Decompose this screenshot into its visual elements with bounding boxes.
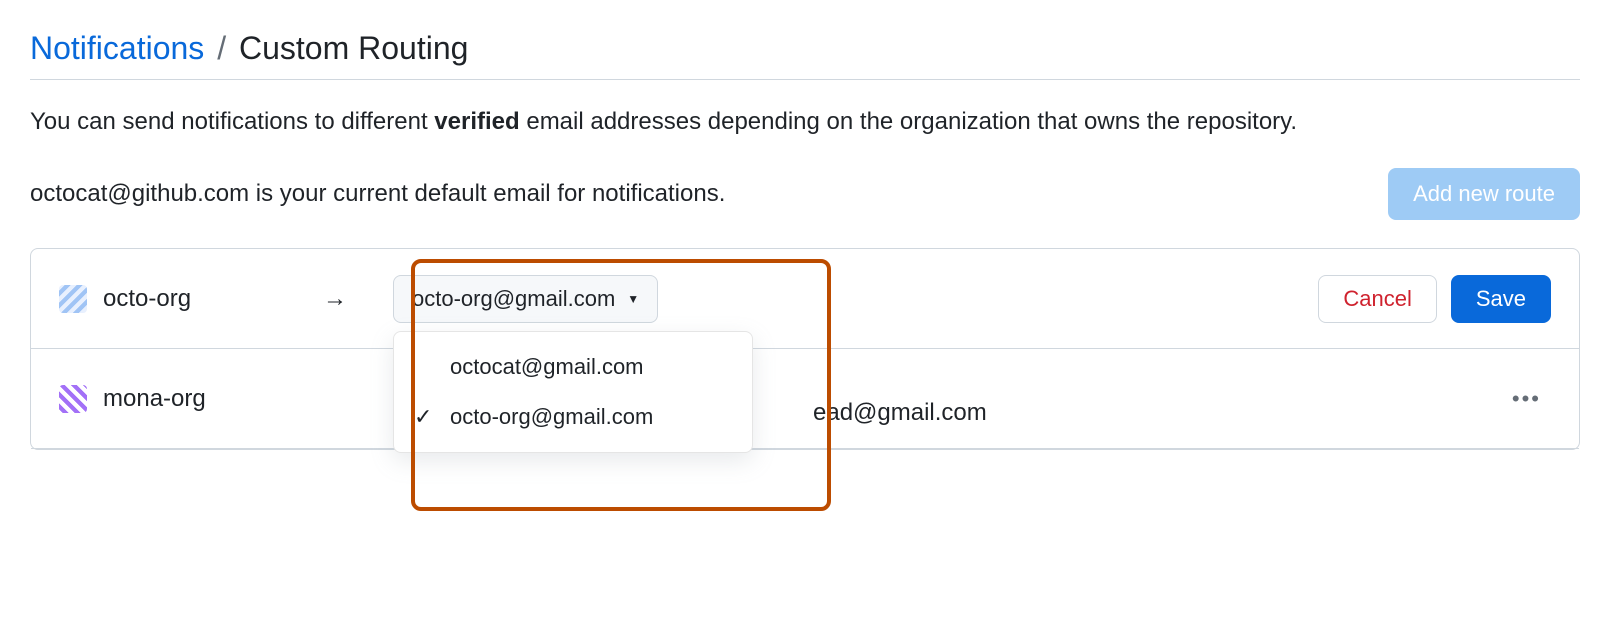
- breadcrumb: Notifications / Custom Routing: [30, 30, 1580, 80]
- kebab-menu-icon[interactable]: •••: [1502, 380, 1551, 418]
- dropdown-option[interactable]: octocat@gmail.com: [394, 342, 752, 392]
- save-button[interactable]: Save: [1451, 275, 1551, 323]
- add-new-route-button[interactable]: Add new route: [1388, 168, 1580, 220]
- routes-list: octo-org → octo-org@gmail.com ▼ octocat@…: [30, 248, 1580, 450]
- route-row: octo-org → octo-org@gmail.com ▼ octocat@…: [31, 249, 1579, 349]
- arrow-right-icon: →: [323, 285, 373, 313]
- breadcrumb-parent-link[interactable]: Notifications: [30, 30, 204, 66]
- selected-email-label: octo-org@gmail.com: [412, 286, 615, 312]
- dropdown-option-label: octocat@gmail.com: [450, 354, 644, 380]
- org-name: mona-org: [103, 385, 303, 413]
- page-description: You can send notifications to different …: [30, 104, 1580, 140]
- org-name: octo-org: [103, 285, 303, 313]
- breadcrumb-current: Custom Routing: [239, 30, 468, 66]
- org-avatar: [59, 385, 87, 413]
- cancel-button[interactable]: Cancel: [1318, 275, 1436, 323]
- email-select-dropdown[interactable]: octo-org@gmail.com ▼: [393, 275, 658, 323]
- dropdown-option-label: octo-org@gmail.com: [450, 404, 653, 430]
- route-row: mona-org ead@gmail.com •••: [31, 349, 1579, 449]
- default-email-text: octocat@github.com is your current defau…: [30, 180, 725, 208]
- email-dropdown-menu: octocat@gmail.com ✓ octo-org@gmail.com: [393, 331, 753, 453]
- dropdown-option[interactable]: ✓ octo-org@gmail.com: [394, 392, 752, 442]
- breadcrumb-separator: /: [217, 30, 226, 66]
- route-email-text: ead@gmail.com: [813, 399, 987, 427]
- check-icon: ✓: [414, 404, 436, 430]
- org-avatar: [59, 285, 87, 313]
- caret-down-icon: ▼: [627, 292, 639, 306]
